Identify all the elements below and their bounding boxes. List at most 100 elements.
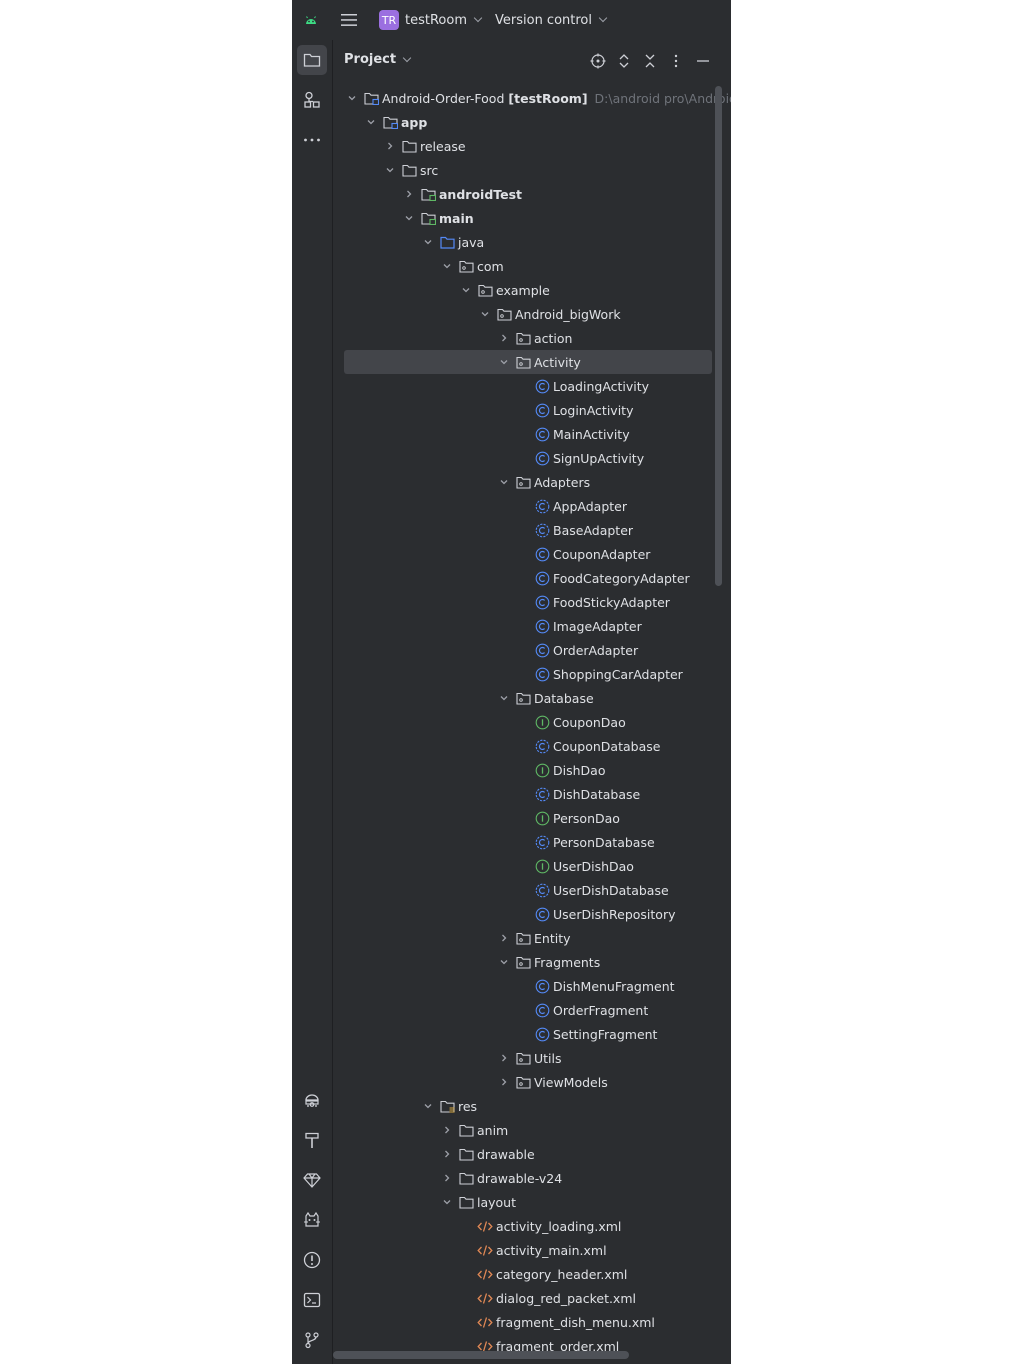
tree-item-label: UserDishDao (553, 858, 634, 874)
tree-item[interactable]: dialog_red_packet.xml (333, 1286, 713, 1310)
gem-tool-button[interactable] (297, 1165, 327, 1195)
tree-item[interactable]: anim (333, 1118, 713, 1142)
chevron-down-icon[interactable] (382, 162, 398, 178)
chevron-down-icon[interactable] (420, 234, 436, 250)
tree-item[interactable]: DishDao (333, 758, 713, 782)
warning-circle-icon (303, 1251, 321, 1269)
tree-item[interactable]: java (333, 230, 713, 254)
tree-item[interactable]: PersonDatabase (333, 830, 713, 854)
tree-item[interactable]: activity_main.xml (333, 1238, 713, 1262)
chevron-down-icon[interactable] (496, 690, 512, 706)
chevron-right-icon[interactable] (496, 1074, 512, 1090)
tree-item[interactable]: layout (333, 1190, 713, 1214)
chevron-right-icon[interactable] (496, 330, 512, 346)
vertical-scrollbar[interactable] (715, 86, 722, 586)
chevron-down-icon[interactable] (496, 954, 512, 970)
tree-item[interactable]: MainActivity (333, 422, 713, 446)
chevron-down-icon[interactable] (420, 1098, 436, 1114)
structure-tool-button[interactable] (297, 85, 327, 115)
tree-item[interactable]: OrderAdapter (333, 638, 713, 662)
chevron-right-icon[interactable] (439, 1146, 455, 1162)
device-explorer-button[interactable] (297, 1085, 327, 1115)
tree-item[interactable]: OrderFragment (333, 998, 713, 1022)
project-tool-button[interactable] (297, 45, 327, 75)
chevron-right-icon[interactable] (401, 186, 417, 202)
tree-item[interactable]: action (333, 326, 713, 350)
tree-item[interactable]: activity_loading.xml (333, 1214, 713, 1238)
chevron-down-icon[interactable] (363, 114, 379, 130)
tree-item[interactable]: SignUpActivity (333, 446, 713, 470)
chevron-down-icon[interactable] (344, 90, 360, 106)
chevron-down-icon[interactable] (439, 258, 455, 274)
project-switcher[interactable]: TR testRoom (379, 10, 483, 30)
tree-item[interactable]: Adapters (333, 470, 713, 494)
tree-item[interactable]: PersonDao (333, 806, 713, 830)
folder-icon (458, 1194, 474, 1210)
tree-item[interactable]: FoodCategoryAdapter (333, 566, 713, 590)
chevron-right-icon[interactable] (439, 1122, 455, 1138)
tree-item[interactable]: Utils (333, 1046, 713, 1070)
tree-item[interactable]: drawable-v24 (333, 1166, 713, 1190)
build-tool-button[interactable] (297, 1125, 327, 1155)
expand-all-button[interactable] (615, 52, 633, 70)
select-opened-file-button[interactable] (589, 52, 607, 70)
tree-item[interactable]: Entity (333, 926, 713, 950)
tree-item[interactable]: CouponDatabase (333, 734, 713, 758)
main-menu-button[interactable] (340, 10, 358, 30)
tree-item[interactable]: UserDishRepository (333, 902, 713, 926)
tree-item[interactable]: androidTest (333, 182, 713, 206)
terminal-tool-button[interactable] (297, 1285, 327, 1315)
tree-item[interactable]: CouponDao (333, 710, 713, 734)
tree-item[interactable]: DishMenuFragment (333, 974, 713, 998)
tree-item[interactable]: main (333, 206, 713, 230)
chevron-down-icon[interactable] (496, 474, 512, 490)
tree-item[interactable]: drawable (333, 1142, 713, 1166)
tree-item[interactable]: src (333, 158, 713, 182)
class-icon (534, 546, 550, 562)
tree-item[interactable]: Activity (344, 350, 712, 374)
chevron-down-icon[interactable] (439, 1194, 455, 1210)
tree-item[interactable]: CouponAdapter (333, 542, 713, 566)
git-tool-button[interactable] (297, 1325, 327, 1355)
problems-tool-button[interactable] (297, 1245, 327, 1275)
chevron-right-icon[interactable] (496, 1050, 512, 1066)
tree-item[interactable]: DishDatabase (333, 782, 713, 806)
tree-item[interactable]: UserDishDatabase (333, 878, 713, 902)
tree-item[interactable]: com (333, 254, 713, 278)
more-tools-button[interactable] (297, 125, 327, 155)
tree-item[interactable]: ImageAdapter (333, 614, 713, 638)
tree-item[interactable]: LoadingActivity (333, 374, 713, 398)
hide-panel-button[interactable] (694, 52, 712, 70)
tree-item[interactable]: SettingFragment (333, 1022, 713, 1046)
tree-item[interactable]: app (333, 110, 713, 134)
tree-item[interactable]: Android_bigWork (333, 302, 713, 326)
tree-item[interactable]: fragment_dish_menu.xml (333, 1310, 713, 1334)
chevron-right-icon[interactable] (382, 138, 398, 154)
tree-item[interactable]: Fragments (333, 950, 713, 974)
tree-item[interactable]: BaseAdapter (333, 518, 713, 542)
chevron-right-icon[interactable] (439, 1170, 455, 1186)
tree-item[interactable]: category_header.xml (333, 1262, 713, 1286)
tree-item[interactable]: AppAdapter (333, 494, 713, 518)
chevron-down-icon[interactable] (401, 210, 417, 226)
tree-item[interactable]: Android-Order-Food [testRoom] D:\android p… (333, 86, 731, 110)
collapse-all-button[interactable] (641, 52, 659, 70)
project-view-selector[interactable]: Project (344, 52, 412, 67)
tree-item[interactable]: example (333, 278, 713, 302)
logcat-tool-button[interactable] (297, 1205, 327, 1235)
tree-item[interactable]: release (333, 134, 713, 158)
horizontal-scrollbar[interactable] (333, 1351, 629, 1359)
tree-item[interactable]: FoodStickyAdapter (333, 590, 713, 614)
vcs-menu[interactable]: Version control (495, 10, 608, 30)
tree-item[interactable]: Database (333, 686, 713, 710)
tree-item[interactable]: ShoppingCarAdapter (333, 662, 713, 686)
chevron-right-icon[interactable] (496, 930, 512, 946)
tree-item[interactable]: res (333, 1094, 713, 1118)
chevron-down-icon[interactable] (477, 306, 493, 322)
options-menu-button[interactable] (667, 52, 685, 70)
tree-item[interactable]: LoginActivity (333, 398, 713, 422)
chevron-down-icon[interactable] (496, 354, 512, 370)
tree-item[interactable]: ViewModels (333, 1070, 713, 1094)
chevron-down-icon[interactable] (458, 282, 474, 298)
tree-item[interactable]: UserDishDao (333, 854, 713, 878)
